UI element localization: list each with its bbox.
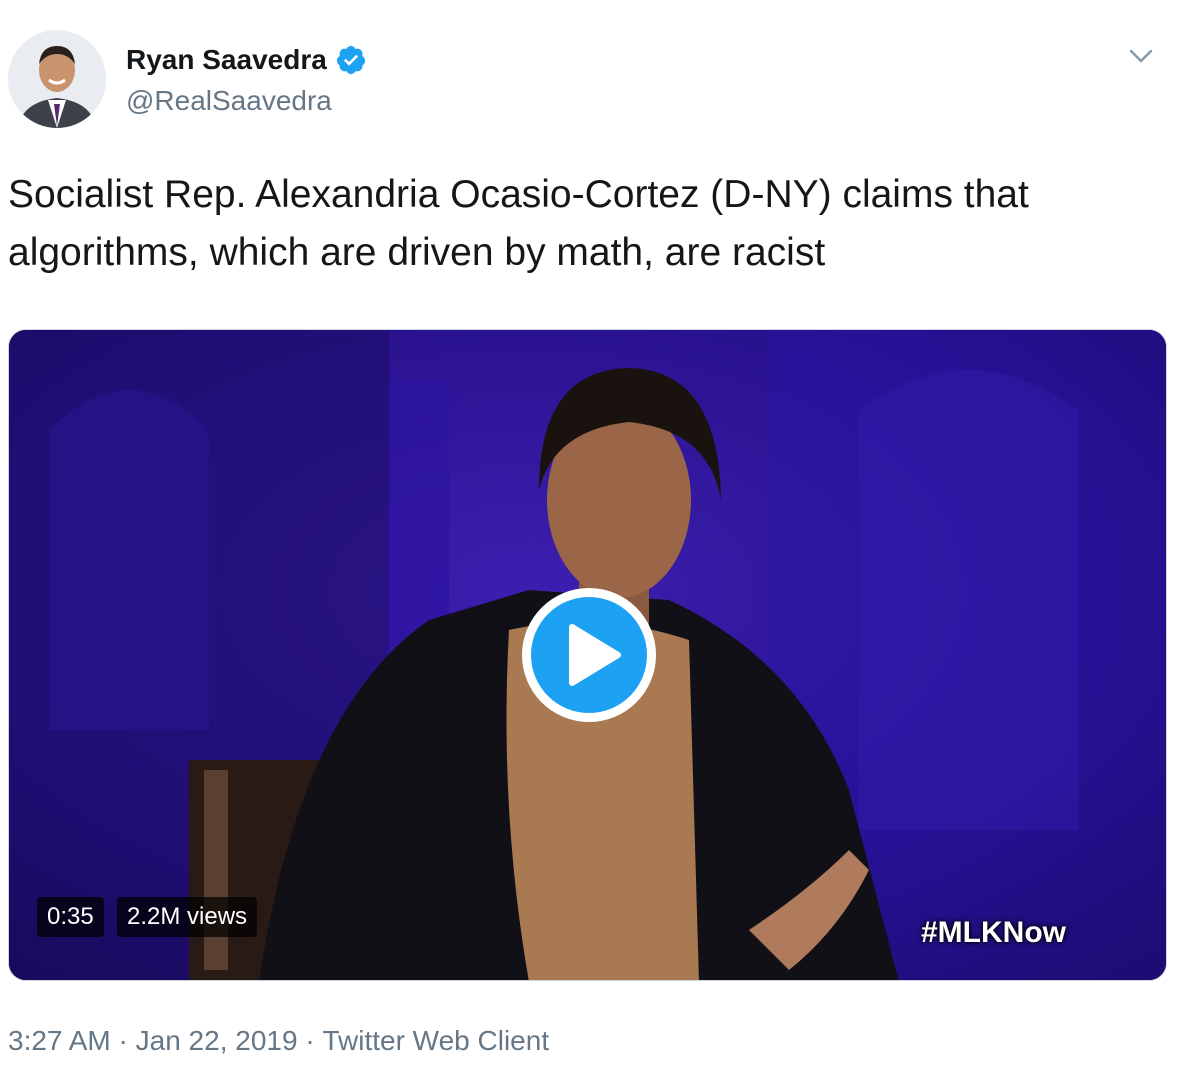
video-views-badge: 2.2M views xyxy=(117,897,258,937)
play-button[interactable] xyxy=(522,588,656,722)
tweet-time[interactable]: 3:27 AM xyxy=(8,1022,111,1060)
video-hashtag-overlay: #MLKNow xyxy=(921,916,1066,949)
meta-separator: · xyxy=(297,1025,323,1056)
play-icon xyxy=(531,597,647,713)
video-duration-badge: 0:35 xyxy=(37,897,104,937)
author-handle[interactable]: @RealSaavedra xyxy=(126,84,332,118)
video-player[interactable]: #MLKNow 0:35 2.2M views xyxy=(8,329,1167,981)
tweet-source[interactable]: Twitter Web Client xyxy=(322,1022,549,1060)
author-name-row[interactable]: Ryan Saavedra xyxy=(126,42,367,78)
avatar-image xyxy=(8,30,106,128)
tweet-date[interactable]: Jan 22, 2019 xyxy=(136,1022,298,1060)
verified-badge-icon xyxy=(335,44,367,76)
chevron-down-icon[interactable] xyxy=(1127,42,1155,70)
author-display-name[interactable]: Ryan Saavedra xyxy=(126,42,327,78)
tweet-meta: 3:27 AM · Jan 22, 2019 · Twitter Web Cli… xyxy=(8,1022,549,1060)
avatar[interactable] xyxy=(8,30,106,128)
tweet-card: Ryan Saavedra @RealSaavedra Socialist Re… xyxy=(0,0,1177,1071)
tweet-text: Socialist Rep. Alexandria Ocasio-Cortez … xyxy=(8,173,1029,274)
meta-separator: · xyxy=(110,1025,136,1056)
